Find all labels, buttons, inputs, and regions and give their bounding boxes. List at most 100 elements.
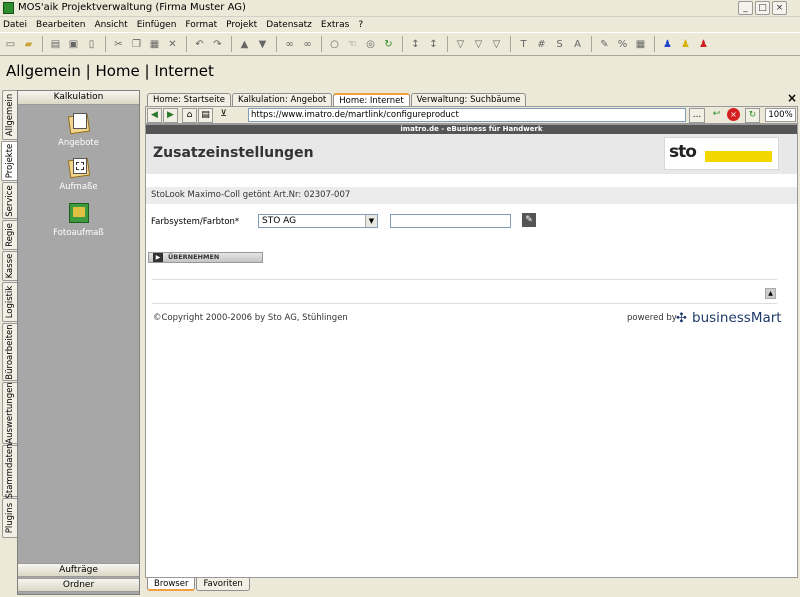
scroll-top-icon[interactable]: ▲ — [765, 288, 776, 299]
vtab-stammdaten[interactable]: Stammdaten — [2, 443, 18, 499]
s-icon[interactable]: S — [551, 36, 568, 53]
filter-clear-icon[interactable]: ▽ — [470, 36, 487, 53]
close-tab-button[interactable]: × — [787, 91, 797, 105]
vtab-label: Auswertungen — [5, 382, 15, 444]
sort-asc-icon[interactable]: ↕ — [407, 36, 424, 53]
tab-browser[interactable]: Browser — [147, 578, 196, 591]
menu-format[interactable]: Format — [185, 20, 217, 30]
vtab-kasse[interactable]: Kasse — [2, 251, 18, 281]
down-arrow-icon[interactable]: ▼ — [254, 36, 271, 53]
back-icon[interactable]: ◀ — [147, 108, 162, 123]
maximize-button[interactable]: □ — [755, 1, 770, 15]
open-icon[interactable]: ▰ — [20, 36, 37, 53]
page-title: Allgemein | Home | Internet — [6, 62, 214, 80]
filter-icon[interactable]: ▽ — [452, 36, 469, 53]
tab-favoriten[interactable]: Favoriten — [196, 578, 250, 591]
vtab-logistik[interactable]: Logistik — [2, 282, 18, 322]
panel-header-auftraege[interactable]: Aufträge — [18, 563, 139, 577]
zoom-level[interactable]: 100% — [765, 108, 796, 122]
sto-logo: sto — [664, 137, 779, 170]
vtab-regie[interactable]: Regie — [2, 220, 18, 250]
cart-icon[interactable]: ⊻ — [216, 108, 231, 123]
color-picker-icon[interactable]: ✎ — [522, 213, 536, 227]
section-header: Zusatzeinstellungen sto — [146, 134, 797, 174]
menu-datensatz[interactable]: Datensatz — [266, 20, 312, 30]
nav-item-aufmasse[interactable]: Aufmaße — [18, 155, 139, 192]
vtab-label: Logistik — [5, 285, 15, 319]
farbton-input[interactable] — [390, 214, 511, 228]
search-replace-icon[interactable]: ◎ — [362, 36, 379, 53]
menu-bar: Datei Bearbeiten Ansicht Einfügen Format… — [0, 17, 800, 32]
print-icon[interactable]: ▤ — [47, 36, 64, 53]
divider — [152, 303, 777, 304]
menu-ansicht[interactable]: Ansicht — [94, 20, 127, 30]
nav-item-fotoaufmass[interactable]: Fotoaufmaß — [18, 201, 139, 238]
close-window-button[interactable]: × — [772, 1, 787, 15]
go-icon[interactable]: ↩ — [709, 108, 724, 123]
uebernehmen-label: ÜBERNEHMEN — [168, 253, 220, 261]
hash-icon[interactable]: # — [533, 36, 550, 53]
uebernehmen-button[interactable]: ▶ ÜBERNEHMEN — [148, 252, 263, 263]
table-icon[interactable]: ▦ — [632, 36, 649, 53]
vtab-label: Stammdaten — [5, 443, 15, 499]
user-blue-icon[interactable]: ♟ — [659, 36, 676, 53]
delete-icon[interactable]: ✕ — [164, 36, 181, 53]
undo-icon[interactable]: ↶ — [191, 36, 208, 53]
farbsystem-select[interactable]: STO AG ▼ — [258, 214, 378, 228]
tab-home-startseite[interactable]: Home: Startseite — [147, 93, 232, 106]
hand-icon[interactable]: ☜ — [344, 36, 361, 53]
reload-icon[interactable]: ↻ — [745, 108, 760, 123]
brush-icon[interactable]: ✎ — [596, 36, 613, 53]
powered-by-text: powered by — [627, 313, 677, 323]
tab-kalkulation-angebot[interactable]: Kalkulation: Angebot — [232, 93, 333, 106]
stop-icon[interactable]: × — [727, 108, 742, 123]
vtab-auswertungen[interactable]: Auswertungen — [2, 382, 18, 444]
menu-projekt[interactable]: Projekt — [226, 20, 257, 30]
copy-icon[interactable]: ❐ — [128, 36, 145, 53]
vtab-bueroarbeiten[interactable]: Büroarbeiten — [2, 323, 18, 381]
vtab-label: Allgemein — [5, 93, 15, 137]
a-icon[interactable]: A — [569, 36, 586, 53]
vtab-allgemein[interactable]: Allgemein — [2, 90, 18, 140]
percent-icon[interactable]: % — [614, 36, 631, 53]
nav-item-angebote[interactable]: Angebote — [18, 111, 139, 148]
paste-icon[interactable]: ▦ — [146, 36, 163, 53]
sort-desc-icon[interactable]: ↕ — [425, 36, 442, 53]
refresh-icon[interactable]: ↻ — [380, 36, 397, 53]
user-yellow-icon[interactable]: ♟ — [677, 36, 694, 53]
browser-tab-bar: Home: Startseite Kalkulation: Angebot Ho… — [147, 93, 527, 107]
bookmark-icon[interactable]: ▤ — [198, 108, 213, 123]
cut-icon[interactable]: ✂ — [110, 36, 127, 53]
forward-icon[interactable]: ▶ — [163, 108, 178, 123]
bottom-tab-bar: Browser Favoriten — [147, 578, 251, 591]
filter-edit-icon[interactable]: ▽ — [488, 36, 505, 53]
binoculars-icon[interactable]: ∞ — [281, 36, 298, 53]
vtab-service[interactable]: Service — [2, 182, 18, 219]
up-arrow-icon[interactable]: ▲ — [236, 36, 253, 53]
new-icon[interactable]: ▭ — [2, 36, 19, 53]
menu-einfuegen[interactable]: Einfügen — [137, 20, 177, 30]
copy-doc-icon[interactable]: ▯ — [83, 36, 100, 53]
menu-datei[interactable]: Datei — [3, 20, 27, 30]
sto-logo-bar — [705, 151, 772, 162]
preview-icon[interactable]: ▣ — [65, 36, 82, 53]
menu-bearbeiten[interactable]: Bearbeiten — [36, 20, 85, 30]
home-icon[interactable]: ⌂ — [182, 108, 197, 123]
panel-header-ordner[interactable]: Ordner — [18, 578, 139, 592]
tab-verwaltung-suchbaeume[interactable]: Verwaltung: Suchbäume — [410, 93, 527, 106]
panel-header-kalkulation[interactable]: Kalkulation — [18, 91, 139, 105]
vtab-label: Projekte — [5, 143, 15, 179]
menu-extras[interactable]: Extras — [321, 20, 349, 30]
menu-help[interactable]: ? — [358, 20, 363, 30]
vtab-plugins[interactable]: Plugins — [2, 498, 18, 538]
text-icon[interactable]: T — [515, 36, 532, 53]
find-next-icon[interactable]: ∞ — [299, 36, 316, 53]
zoom-icon[interactable]: ○ — [326, 36, 343, 53]
minimize-button[interactable]: _ — [738, 1, 753, 15]
tab-home-internet[interactable]: Home: Internet — [333, 93, 410, 107]
more-button[interactable]: ... — [689, 108, 705, 123]
title-bar: MOS'aik Projektverwaltung (Firma Muster … — [0, 0, 800, 17]
url-input[interactable]: https://www.imatro.de/martlink/configure… — [248, 108, 686, 122]
user-red-icon[interactable]: ♟ — [695, 36, 712, 53]
redo-icon[interactable]: ↷ — [209, 36, 226, 53]
